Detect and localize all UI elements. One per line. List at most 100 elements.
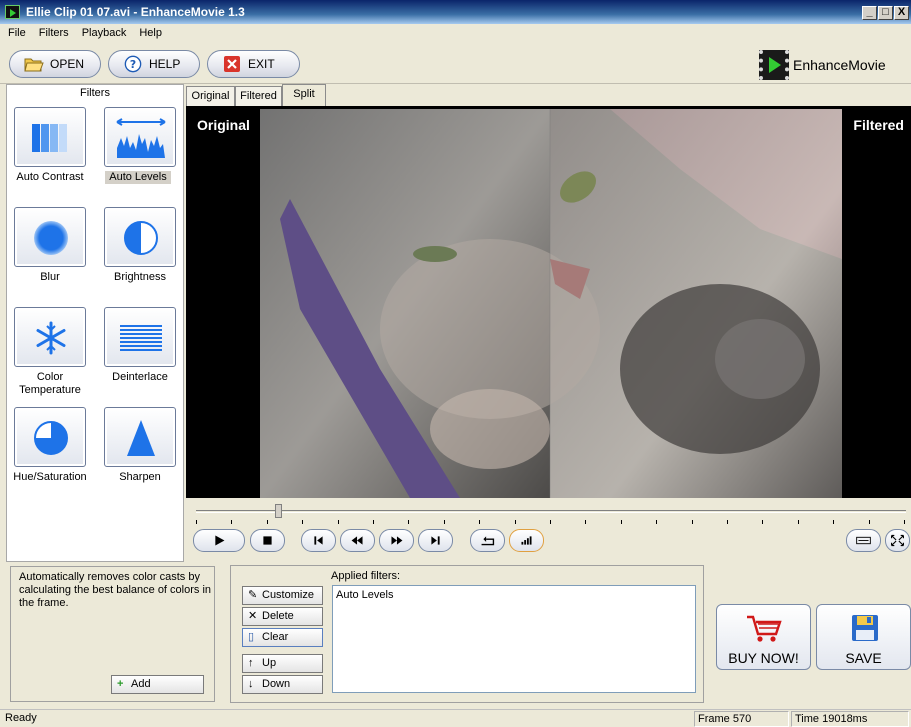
hue-saturation-icon: [14, 407, 86, 467]
fullscreen-button[interactable]: [885, 529, 910, 552]
filter-auto-levels[interactable]: Auto Levels: [99, 103, 189, 203]
plus-icon: +: [117, 678, 124, 690]
minimize-button[interactable]: _: [862, 6, 877, 20]
menu-filters[interactable]: Filters: [31, 24, 74, 39]
loop-button[interactable]: [470, 529, 505, 552]
loop-icon: [481, 536, 495, 546]
seek-tick: [656, 520, 657, 524]
seek-tick: [762, 520, 763, 524]
applied-filters-list[interactable]: Auto Levels: [332, 585, 696, 693]
tab-split[interactable]: Split: [282, 84, 326, 106]
fit-width-icon: [856, 536, 871, 545]
tab-filtered[interactable]: Filtered: [235, 86, 282, 106]
down-button[interactable]: ↓ Down: [242, 675, 323, 694]
menu-bar: File Filters Playback Help: [0, 24, 911, 44]
save-button[interactable]: SAVE: [816, 604, 911, 670]
open-button[interactable]: OPEN: [9, 50, 101, 78]
seek-tick: [408, 520, 409, 524]
customize-button[interactable]: ✎ Customize: [242, 586, 323, 605]
tab-original[interactable]: Original: [186, 86, 235, 106]
filters-header: Filters: [80, 87, 110, 99]
seek-bar[interactable]: [196, 500, 906, 528]
up-button[interactable]: ↑ Up: [242, 654, 323, 673]
fullscreen-icon: [891, 534, 904, 547]
volume-button[interactable]: [509, 529, 544, 552]
rewind-icon: [351, 536, 363, 545]
delete-x-icon: ✕: [248, 610, 258, 622]
skip-start-icon: [314, 536, 323, 545]
menu-help[interactable]: Help: [131, 24, 167, 39]
seek-tick: [621, 520, 622, 524]
seek-tick: [479, 520, 480, 524]
help-button[interactable]: ? HELP: [108, 50, 200, 78]
list-item[interactable]: Auto Levels: [333, 586, 695, 604]
filter-color-temperature[interactable]: Color Temperature: [9, 303, 99, 403]
brightness-icon: [104, 207, 176, 267]
exit-x-icon: [224, 56, 240, 72]
floppy-disk-icon: [852, 615, 878, 641]
stop-button[interactable]: [250, 529, 285, 552]
status-bar: Ready Frame 570 Time 19018ms: [0, 709, 911, 727]
seek-tick: [550, 520, 551, 524]
seek-tick: [302, 520, 303, 524]
auto-contrast-icon: [14, 107, 86, 167]
seek-tick: [585, 520, 586, 524]
time-counter: Time 19018ms: [791, 711, 909, 727]
rewind-button[interactable]: [340, 529, 375, 552]
seek-tick: [338, 520, 339, 524]
page-icon: ▯: [248, 631, 255, 643]
seek-tick: [515, 520, 516, 524]
fit-view-button[interactable]: [846, 529, 881, 552]
filtered-label: Filtered: [853, 117, 904, 133]
fast-forward-button[interactable]: [379, 529, 414, 552]
film-logo-icon: [759, 50, 789, 80]
arrow-down-icon: ↓: [248, 678, 254, 690]
filter-description-panel: Automatically removes color casts by cal…: [10, 566, 215, 702]
maximize-button[interactable]: □: [878, 6, 893, 20]
shopping-cart-icon: [747, 615, 782, 642]
arrow-up-icon: ↑: [248, 657, 254, 669]
seek-tick: [444, 520, 445, 524]
stop-icon: [263, 536, 272, 545]
title-bar: Ellie Clip 01 07.avi - EnhanceMovie 1.3 …: [0, 0, 911, 24]
filter-blur[interactable]: Blur: [9, 203, 99, 303]
go-end-button[interactable]: [418, 529, 453, 552]
add-button[interactable]: + Add: [111, 675, 204, 694]
snowflake-icon: [14, 307, 86, 367]
seek-tick: [196, 520, 197, 524]
seek-tick: [373, 520, 374, 524]
filters-panel: Filters Auto Contrast Auto Levels Blur B…: [6, 84, 184, 562]
question-icon: ?: [124, 55, 142, 73]
buy-now-button[interactable]: BUY NOW!: [716, 604, 811, 670]
filter-brightness[interactable]: Brightness: [99, 203, 189, 303]
video-frame-image: [260, 109, 842, 498]
applied-filters-label: Applied filters:: [331, 570, 401, 582]
delete-button[interactable]: ✕ Delete: [242, 607, 323, 626]
blur-icon: [14, 207, 86, 267]
close-button[interactable]: X: [894, 6, 909, 20]
seek-thumb[interactable]: [275, 504, 282, 518]
play-button[interactable]: [193, 529, 245, 552]
video-preview[interactable]: Original Filtered: [186, 106, 911, 498]
folder-open-icon: [24, 58, 44, 72]
filter-hue-saturation[interactable]: Hue/Saturation: [9, 403, 99, 503]
filter-sharpen[interactable]: Sharpen: [99, 403, 189, 503]
clear-button[interactable]: ▯ Clear: [242, 628, 323, 647]
seek-tick: [692, 520, 693, 524]
volume-bars-icon: [521, 536, 532, 545]
skip-end-icon: [431, 536, 440, 545]
seek-tick: [869, 520, 870, 524]
go-start-button[interactable]: [301, 529, 336, 552]
filter-description: Automatically removes color casts by cal…: [19, 571, 212, 609]
svg-text:?: ?: [130, 58, 136, 71]
exit-button[interactable]: EXIT: [207, 50, 300, 78]
status-text: Ready: [5, 712, 37, 724]
frame-counter: Frame 570: [694, 711, 789, 727]
filter-deinterlace[interactable]: Deinterlace: [99, 303, 189, 403]
filter-auto-contrast[interactable]: Auto Contrast: [9, 103, 99, 203]
seek-tick: [798, 520, 799, 524]
original-label: Original: [197, 117, 250, 133]
menu-playback[interactable]: Playback: [74, 24, 132, 39]
app-icon: [5, 5, 20, 19]
menu-file[interactable]: File: [0, 24, 31, 39]
